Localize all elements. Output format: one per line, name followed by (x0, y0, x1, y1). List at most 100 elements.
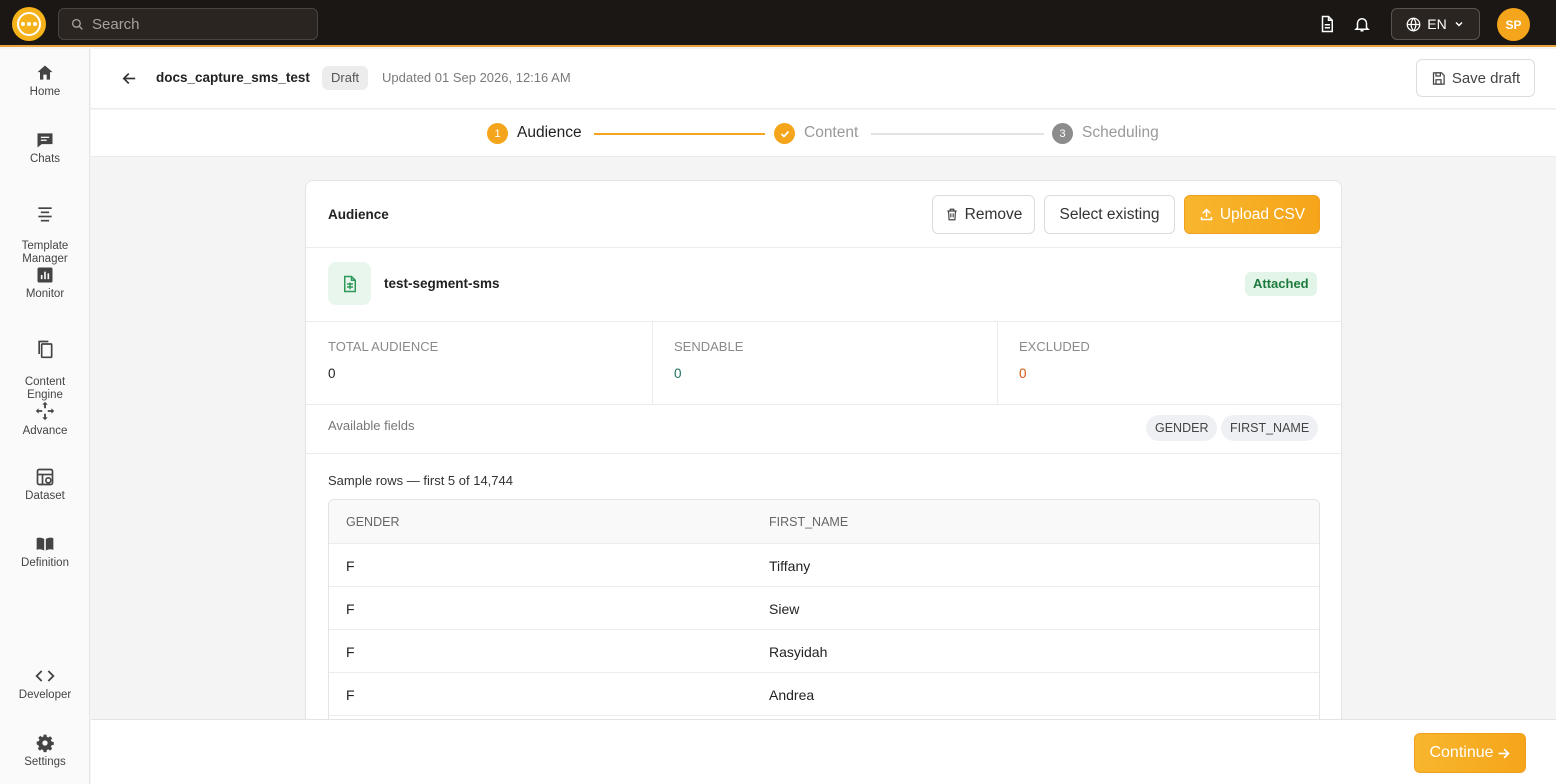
avatar[interactable]: SP (1497, 8, 1530, 41)
table-row: F Tiffany (329, 544, 1319, 587)
continue-button[interactable]: Continue (1414, 733, 1526, 773)
home-icon (0, 63, 90, 83)
sidebar-item-advance[interactable]: Advance (0, 400, 90, 438)
stat-total-label: TOTAL AUDIENCE (328, 339, 439, 354)
sample-rows-label: Sample rows — first 5 of 14,744 (328, 473, 513, 488)
field-chip-gender: GENDER (1146, 415, 1218, 441)
language-selector[interactable]: EN (1391, 8, 1480, 40)
stat-separator (997, 321, 998, 404)
app-logo[interactable] (12, 7, 46, 41)
campaign-name: docs_capture_sms_test (156, 70, 310, 85)
sidebar-item-content-engine[interactable]: Content Engine (0, 325, 90, 402)
campaign-header: docs_capture_sms_test Draft Updated 01 S… (91, 49, 1556, 109)
sidebar-item-label: Developer (18, 689, 72, 701)
divider (306, 321, 1341, 322)
cell-gender: F (346, 601, 355, 617)
divider (306, 404, 1341, 405)
search-input[interactable]: Search (58, 8, 318, 40)
card-title: Audience (328, 207, 389, 222)
top-bar: Search EN SP (0, 0, 1556, 47)
check-icon (774, 123, 795, 144)
arrow-right-icon (1498, 748, 1510, 758)
sidebar-item-label: Chats (29, 153, 61, 165)
cell-gender: F (346, 558, 355, 574)
column-header-gender: GENDER (346, 515, 400, 529)
search-placeholder: Search (92, 15, 140, 33)
sidebar-item-label: Advance (22, 425, 68, 437)
footer-bar: Continue (91, 719, 1556, 784)
upload-icon (1200, 208, 1213, 221)
table-row: F Rasyidah (329, 630, 1319, 673)
bell-icon[interactable] (1351, 13, 1373, 35)
divider (306, 453, 1341, 454)
cell-first-name: Andrea (769, 687, 815, 703)
stat-sendable-label: SENDABLE (674, 339, 744, 354)
available-fields-label: Available fields (328, 418, 415, 433)
stat-sendable-value: 0 (674, 366, 682, 381)
sidebar-item-home[interactable]: Home (0, 63, 90, 99)
table-row: F Siew (329, 587, 1319, 630)
stat-total-value: 0 (328, 366, 336, 381)
sidebar-item-label: Template Manager (21, 240, 69, 265)
sidebar-item-chats[interactable]: Chats (0, 130, 90, 166)
monitor-icon (0, 265, 90, 285)
cell-gender: F (346, 644, 355, 660)
select-existing-button[interactable]: Select existing (1044, 195, 1175, 234)
gear-icon (0, 733, 90, 753)
updated-timestamp: Updated 01 Sep 2026, 12:16 AM (382, 70, 571, 85)
code-icon (0, 666, 90, 686)
step-1-number: 1 (487, 123, 508, 144)
sidebar-item-template-manager[interactable]: Template Manager (0, 191, 90, 266)
content-engine-icon (0, 338, 90, 360)
divider (306, 247, 1341, 248)
step-3-number: 3 (1052, 123, 1073, 144)
select-existing-label: Select existing (1059, 205, 1160, 223)
stepper: 1 Audience Content 3 Scheduling (91, 110, 1556, 157)
sidebar-item-label: Home (29, 86, 61, 98)
sidebar: Home Chats Template Manager Monitor Cont… (0, 49, 90, 784)
cell-first-name: Tiffany (769, 558, 811, 574)
upload-csv-button[interactable]: Upload CSV (1184, 195, 1320, 234)
sidebar-item-label: Monitor (25, 288, 65, 300)
status-badge: Draft (322, 66, 369, 90)
table-row: F Andrea (329, 673, 1319, 716)
sample-table: GENDER FIRST_NAME F Tiffany F Siew F Ras… (328, 499, 1320, 739)
sidebar-item-monitor[interactable]: Monitor (0, 265, 90, 301)
field-chip-first-name: FIRST_NAME (1221, 415, 1319, 441)
attached-badge: Attached (1245, 272, 1317, 296)
sidebar-item-settings[interactable]: Settings (0, 733, 90, 769)
sidebar-item-developer[interactable]: Developer (0, 666, 90, 702)
remove-button[interactable]: Remove (932, 195, 1035, 234)
sidebar-item-definition[interactable]: Definition (0, 534, 90, 570)
logo-mark (17, 12, 41, 36)
document-icon[interactable] (1316, 13, 1338, 35)
save-draft-button[interactable]: Save draft (1416, 59, 1535, 97)
dataset-icon (0, 467, 90, 487)
sidebar-item-label: Definition (21, 557, 69, 569)
trash-icon (946, 208, 957, 221)
step-scheduling[interactable]: Scheduling (1082, 124, 1159, 142)
step-connector-2 (871, 133, 1044, 135)
search-icon (71, 18, 83, 30)
upload-label: Upload CSV (1219, 205, 1306, 223)
step-content[interactable]: Content (804, 124, 858, 142)
template-icon (0, 204, 90, 224)
stat-excluded-label: EXCLUDED (1019, 339, 1090, 354)
segment-name: test-segment-sms (384, 276, 500, 291)
definition-icon (0, 534, 90, 554)
language-label: EN (1427, 16, 1447, 32)
continue-label: Continue (1429, 744, 1494, 761)
chevron-down-icon (1455, 21, 1463, 27)
table-header: GENDER FIRST_NAME (329, 500, 1319, 544)
sidebar-item-label: Settings (24, 756, 66, 768)
save-icon (1432, 71, 1445, 85)
column-header-first-name: FIRST_NAME (769, 515, 849, 529)
back-arrow-icon[interactable] (119, 68, 139, 88)
sidebar-item-label: Dataset (25, 490, 65, 502)
audience-card: Audience Remove Select existing Upload C… (305, 180, 1342, 740)
sidebar-item-dataset[interactable]: Dataset (0, 467, 90, 503)
remove-label: Remove (964, 205, 1023, 223)
step-connector-1 (594, 133, 765, 135)
step-audience[interactable]: Audience (517, 124, 582, 142)
stat-excluded-value: 0 (1019, 366, 1027, 381)
